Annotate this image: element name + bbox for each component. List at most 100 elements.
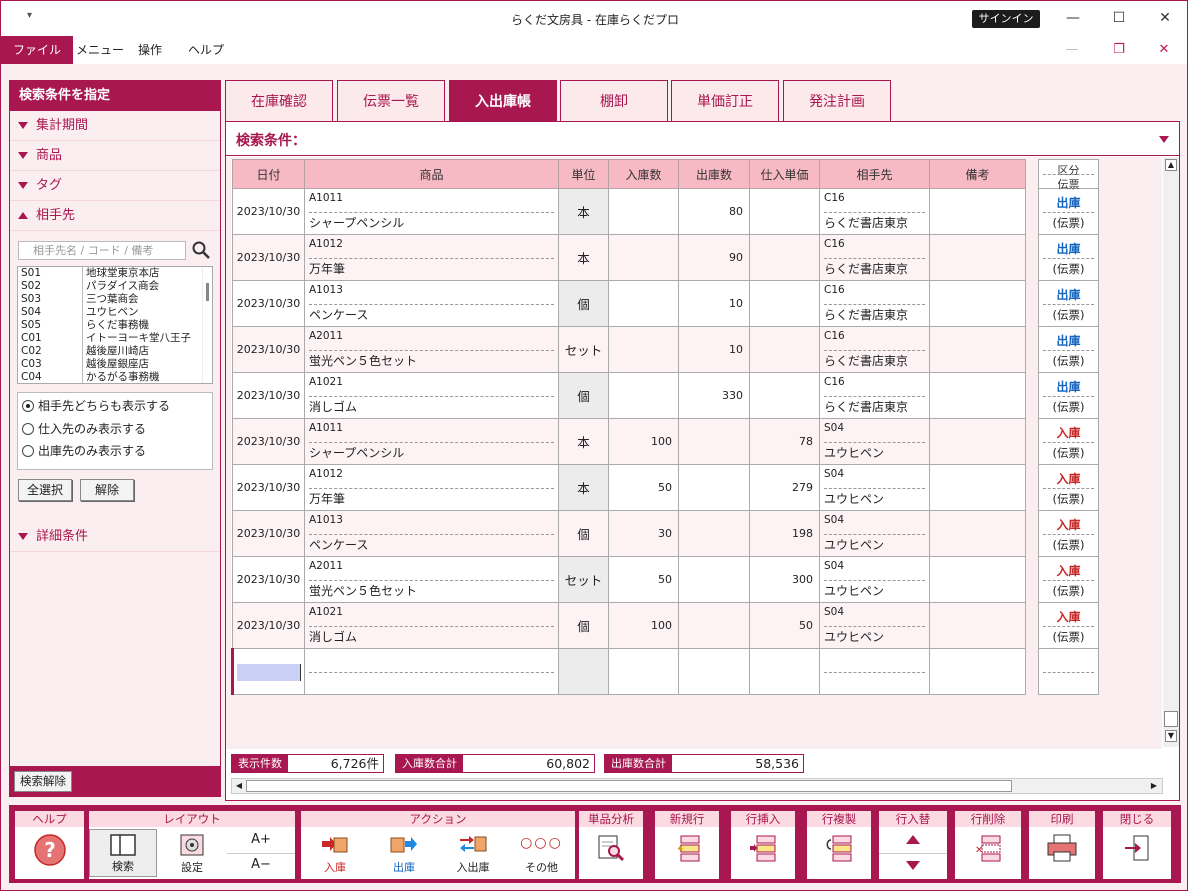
- cell-unit[interactable]: [558, 648, 609, 695]
- col-in-qty[interactable]: 入庫数: [608, 159, 679, 189]
- cell-in-qty[interactable]: [608, 372, 679, 419]
- cell-product[interactable]: A1021 消しゴム: [304, 602, 559, 649]
- table-row[interactable]: 2023/10/30 A1011 シャープペンシル 本 80 C16 らくだ書店東京: [232, 188, 1026, 235]
- col-date[interactable]: 日付: [232, 159, 305, 189]
- cell-date[interactable]: 2023/10/30: [232, 326, 305, 373]
- kubun-row[interactable]: 出庫 (伝票): [1038, 326, 1099, 373]
- cell-unit[interactable]: 個: [558, 510, 609, 557]
- cell-unit[interactable]: 個: [558, 602, 609, 649]
- cell-out-qty[interactable]: [678, 418, 750, 465]
- cell-product[interactable]: A2011 蛍光ペン５色セット: [304, 556, 559, 603]
- print-button[interactable]: [1029, 829, 1095, 877]
- section-details[interactable]: 詳細条件: [10, 522, 220, 552]
- cell-unit-price[interactable]: [749, 326, 820, 373]
- cell-out-qty[interactable]: 10: [678, 280, 750, 327]
- table-row[interactable]: 2023/10/30 A1021 消しゴム 個 100 50 S04 ユウヒペン: [232, 602, 1026, 649]
- cell-kubun[interactable]: [1038, 648, 1099, 695]
- partner-list[interactable]: S01 地球堂東京本店 S02 パラダイス商会 S03 三つ葉商会 S04 ユウヒペン S05 ら…: [17, 266, 213, 384]
- cell-unit-price[interactable]: [749, 372, 820, 419]
- cell-date[interactable]: 2023/10/30: [232, 556, 305, 603]
- cell-note[interactable]: [929, 648, 1026, 695]
- cell-partner[interactable]: S04 ユウヒペン: [819, 418, 930, 465]
- cell-note[interactable]: [929, 602, 1026, 649]
- slip-link[interactable]: (伝票): [1039, 399, 1098, 415]
- menu-help[interactable]: ヘルプ: [188, 36, 224, 64]
- kubun-row[interactable]: 出庫 (伝票): [1038, 234, 1099, 281]
- scroll-up-icon[interactable]: ▲: [1165, 159, 1177, 171]
- partner-list-item[interactable]: S04 ユウヒペン: [18, 306, 212, 319]
- cell-out-qty[interactable]: [678, 602, 750, 649]
- slip-link[interactable]: (伝票): [1039, 261, 1098, 277]
- partner-list-item[interactable]: C03 越後屋銀座店: [18, 358, 212, 371]
- menu-file[interactable]: ファイル: [1, 36, 74, 64]
- other-button[interactable]: ○○○ その他: [508, 829, 575, 877]
- move-up-button[interactable]: [879, 829, 947, 853]
- cell-unit-price[interactable]: 279: [749, 464, 820, 511]
- cell-partner[interactable]: [819, 648, 930, 695]
- kubun-row[interactable]: 出庫 (伝票): [1038, 372, 1099, 419]
- menu-menu[interactable]: メニュー: [76, 36, 124, 64]
- help-button[interactable]: ?: [15, 829, 84, 877]
- cell-note[interactable]: [929, 234, 1026, 281]
- cell-product[interactable]: A1021 消しゴム: [304, 372, 559, 419]
- kubun-row[interactable]: 入庫 (伝票): [1038, 556, 1099, 603]
- cell-partner[interactable]: C16 らくだ書店東京: [819, 188, 930, 235]
- cell-unit[interactable]: 本: [558, 418, 609, 465]
- cell-unit[interactable]: 本: [558, 188, 609, 235]
- cell-in-qty[interactable]: [608, 280, 679, 327]
- partner-list-item[interactable]: S01 地球堂東京本店: [18, 267, 212, 280]
- cell-date[interactable]: 2023/10/30: [232, 280, 305, 327]
- col-out-qty[interactable]: 出庫数: [678, 159, 750, 189]
- cell-date[interactable]: 2023/10/30: [232, 464, 305, 511]
- cell-partner[interactable]: S04 ユウヒペン: [819, 464, 930, 511]
- cell-kubun[interactable]: 出庫 (伝票): [1038, 326, 1099, 373]
- cell-date[interactable]: 2023/10/30: [232, 234, 305, 281]
- cell-partner[interactable]: C16 らくだ書店東京: [819, 372, 930, 419]
- vertical-scrollbar[interactable]: ▲ ▼: [1163, 157, 1179, 747]
- cell-unit-price[interactable]: 50: [749, 602, 820, 649]
- cell-in-qty[interactable]: 50: [608, 464, 679, 511]
- close-icon[interactable]: ✕: [1153, 7, 1177, 29]
- search-icon[interactable]: [191, 240, 211, 260]
- inout-button[interactable]: 入出庫: [439, 829, 507, 877]
- cell-out-qty[interactable]: 10: [678, 326, 750, 373]
- cell-in-qty[interactable]: [608, 188, 679, 235]
- cell-unit[interactable]: 個: [558, 372, 609, 419]
- slip-link[interactable]: (伝票): [1039, 629, 1098, 645]
- slip-link[interactable]: (伝票): [1039, 215, 1098, 231]
- scroll-right-icon[interactable]: ▶: [1148, 780, 1160, 792]
- cell-product[interactable]: A1013 ペンケース: [304, 510, 559, 557]
- scroll-thumb[interactable]: [206, 283, 209, 301]
- cell-unit-price[interactable]: [749, 234, 820, 281]
- cell-in-qty[interactable]: 30: [608, 510, 679, 557]
- section-period[interactable]: 集計期間: [10, 111, 220, 141]
- cell-date[interactable]: 2023/10/30: [232, 188, 305, 235]
- kubun-header[interactable]: 区分 伝票: [1038, 159, 1099, 191]
- partner-list-scrollbar[interactable]: [202, 267, 212, 383]
- slip-link[interactable]: (伝票): [1039, 537, 1098, 553]
- cell-in-qty[interactable]: 100: [608, 602, 679, 649]
- table-row[interactable]: 2023/10/30 A2011 蛍光ペン５色セット セット 10 C16 らくだ書店東京: [232, 326, 1026, 373]
- cell-kubun[interactable]: 入庫 (伝票): [1038, 464, 1099, 511]
- section-tag[interactable]: タグ: [10, 171, 220, 201]
- cell-note[interactable]: [929, 556, 1026, 603]
- cell-note[interactable]: [929, 418, 1026, 465]
- cell-date[interactable]: 2023/10/30: [232, 372, 305, 419]
- cell-note[interactable]: [929, 188, 1026, 235]
- cell-product[interactable]: A1012 万年筆: [304, 464, 559, 511]
- close-button[interactable]: [1103, 829, 1171, 877]
- cell-kubun[interactable]: 入庫 (伝票): [1038, 418, 1099, 465]
- menu-operation[interactable]: 操作: [138, 36, 162, 64]
- cell-partner[interactable]: S04 ユウヒペン: [819, 556, 930, 603]
- cell-out-qty[interactable]: 90: [678, 234, 750, 281]
- scroll-left-icon[interactable]: ◀: [233, 780, 245, 792]
- copy-row-button[interactable]: [807, 829, 871, 877]
- col-partner[interactable]: 相手先: [819, 159, 930, 189]
- kubun-row[interactable]: 入庫 (伝票): [1038, 464, 1099, 511]
- cell-partner[interactable]: C16 らくだ書店東京: [819, 280, 930, 327]
- maximize-icon[interactable]: ☐: [1107, 7, 1131, 29]
- layout-search-button[interactable]: 検索: [89, 829, 157, 877]
- partner-search-input[interactable]: 相手先名 / コード / 備考: [18, 241, 186, 260]
- out-button[interactable]: 出庫: [370, 829, 438, 877]
- cell-in-qty[interactable]: [608, 326, 679, 373]
